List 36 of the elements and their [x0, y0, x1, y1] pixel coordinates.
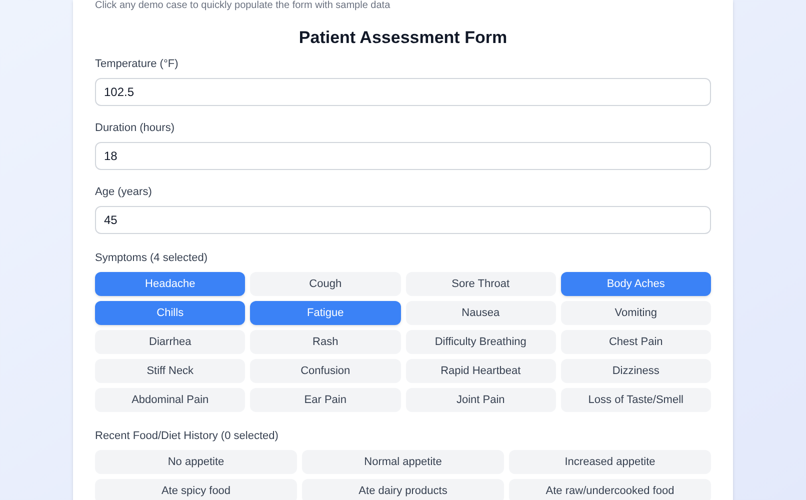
option-toggle[interactable]: Stiff Neck — [95, 359, 246, 383]
option-toggle[interactable]: Ear Pain — [250, 388, 400, 412]
option-toggle[interactable]: Body Aches — [560, 272, 711, 296]
option-toggle[interactable]: Loss of Taste/Smell — [560, 388, 711, 412]
option-toggle[interactable]: Normal appetite — [302, 450, 504, 474]
option-toggle[interactable]: Headache — [95, 272, 246, 296]
option-toggle[interactable]: Ate spicy food — [95, 479, 297, 500]
input-field[interactable]: 102.5 — [95, 78, 711, 106]
field-label: Duration (hours) — [95, 121, 176, 136]
option-toggle[interactable]: Rash — [250, 330, 400, 354]
option-toggle[interactable]: Difficulty Breathing — [406, 330, 556, 354]
option-toggle[interactable]: Nausea — [406, 301, 556, 325]
option-toggle[interactable]: Chest Pain — [560, 330, 711, 354]
hint-text: Click any demo case to quickly populate the form with sample data — [95, 0, 392, 12]
input-field[interactable]: 18 — [95, 142, 711, 170]
option-toggle[interactable]: Joint Pain — [406, 388, 556, 412]
option-toggle[interactable]: Vomiting — [560, 301, 711, 325]
option-toggle[interactable]: Cough — [250, 272, 400, 296]
option-toggle[interactable]: Rapid Heartbeat — [406, 359, 556, 383]
field-label: Temperature (°F) — [95, 57, 180, 72]
option-toggle[interactable]: Abdominal Pain — [95, 388, 246, 412]
form-title: Patient Assessment Form — [298, 27, 508, 49]
option-toggle[interactable]: Sore Throat — [406, 272, 556, 296]
option-toggle[interactable]: Dizziness — [560, 359, 711, 383]
section-label: Symptoms (4 selected) — [95, 251, 208, 266]
option-toggle[interactable]: Ate dairy products — [302, 479, 504, 500]
option-toggle[interactable]: No appetite — [95, 450, 297, 474]
option-toggle[interactable]: Chills — [95, 301, 246, 325]
option-toggle[interactable]: Increased appetite — [509, 450, 711, 474]
option-toggle[interactable]: Fatigue — [250, 301, 400, 325]
option-toggle[interactable]: Ate raw/undercooked food — [509, 479, 711, 500]
field-label: Age (years) — [95, 185, 153, 200]
option-toggle[interactable]: Diarrhea — [95, 330, 246, 354]
section-label: Recent Food/Diet History (0 selected) — [95, 429, 280, 444]
option-toggle[interactable]: Confusion — [250, 359, 400, 383]
input-field[interactable]: 45 — [95, 206, 711, 234]
